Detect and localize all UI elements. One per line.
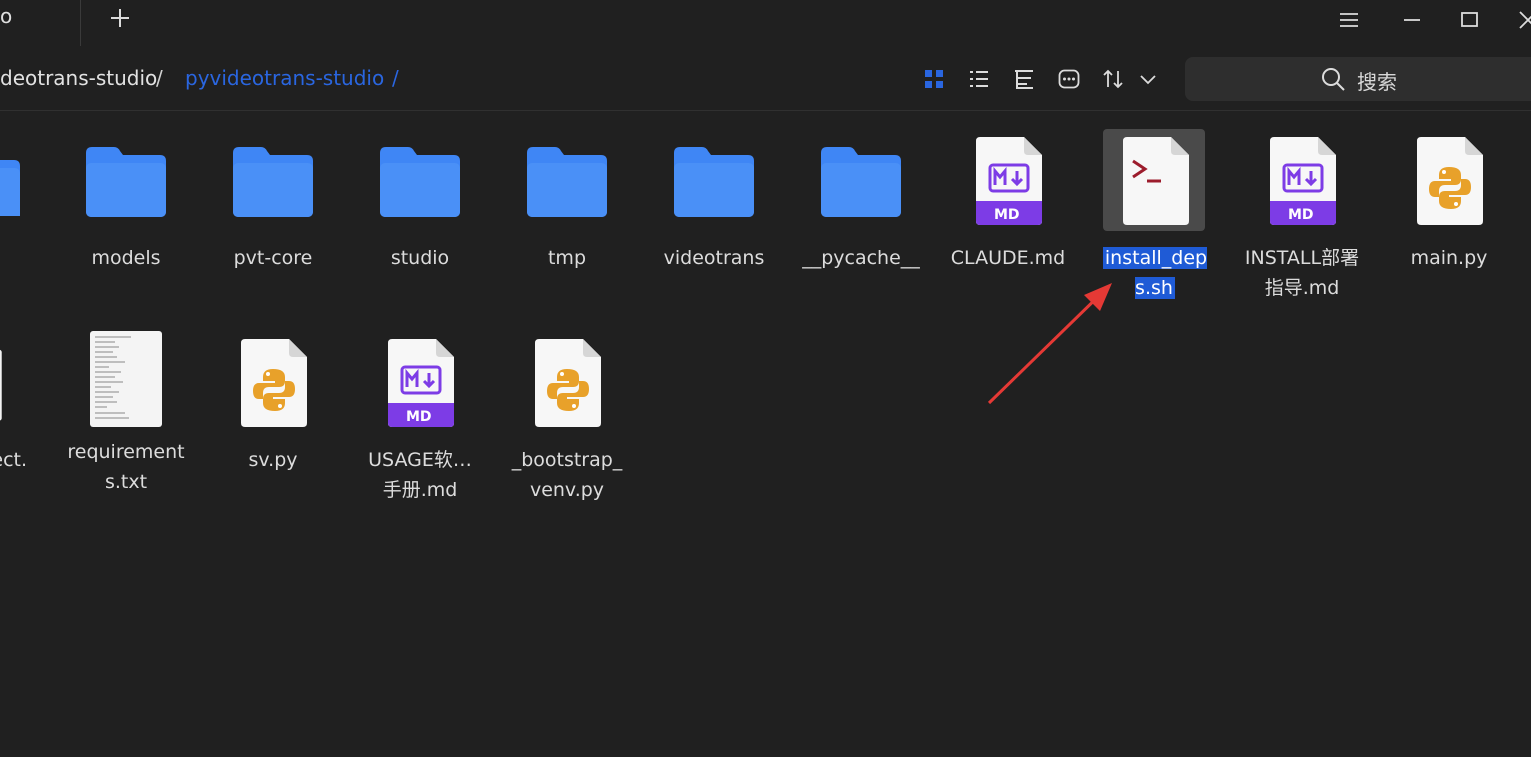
sort-icon[interactable]: [1102, 68, 1124, 90]
file-label: pvt-core: [233, 247, 313, 269]
breadcrumb-separator: /: [156, 66, 163, 90]
toolbar: deotrans-studio / pyvideotrans-studio /: [0, 46, 1531, 111]
file-item-sv-py[interactable]: sv.py: [213, 333, 333, 523]
file-label: sv.py: [248, 449, 298, 471]
file-item-models[interactable]: models: [66, 131, 186, 321]
file-item-studio[interactable]: studio: [360, 131, 480, 321]
search-placeholder: 搜索: [1357, 70, 1397, 94]
file-label: models: [91, 247, 161, 269]
file-label: main.py: [1410, 247, 1488, 269]
file-item-pycache[interactable]: __pycache__: [801, 131, 921, 321]
folder-icon: [66, 131, 186, 235]
tree-view-icon[interactable]: [1013, 68, 1035, 90]
file-label: USAGE软…手册.md: [368, 449, 472, 501]
shell-script-icon: [1095, 129, 1215, 235]
grid-view-icon[interactable]: [923, 68, 945, 90]
close-icon[interactable]: [1516, 8, 1531, 32]
md-badge: MD: [406, 409, 432, 425]
file-item-partial[interactable]: ect.: [0, 333, 27, 523]
file-label: CLAUDE.md: [950, 247, 1066, 269]
file-item-pvt-core[interactable]: pvt-core: [213, 131, 333, 321]
python-file-icon: [507, 333, 627, 437]
file-label: ect.: [0, 449, 27, 471]
search-icon: [1320, 66, 1346, 92]
file-label: _bootstrap_venv.py: [511, 449, 623, 501]
text-file-icon: [0, 333, 15, 437]
folder-icon: [654, 131, 774, 235]
file-label: tmp: [547, 247, 587, 269]
markdown-file-icon: MD: [948, 131, 1068, 235]
file-item-videotrans[interactable]: videotrans: [654, 131, 774, 321]
md-badge: MD: [1288, 207, 1314, 223]
maximize-icon[interactable]: [1458, 8, 1482, 32]
file-item-usage-md[interactable]: MD USAGE软…手册.md: [360, 333, 480, 523]
md-badge: MD: [994, 207, 1020, 223]
title-bar: o: [0, 0, 1531, 46]
file-item-requirements[interactable]: requirements.txt: [66, 325, 186, 515]
file-item-install-guide-md[interactable]: MD INSTALL部署指导.md: [1242, 131, 1362, 321]
tab-label[interactable]: o: [0, 4, 12, 28]
menu-icon[interactable]: [1337, 8, 1361, 32]
markdown-file-icon: MD: [360, 333, 480, 437]
file-item-main-py[interactable]: main.py: [1389, 131, 1509, 321]
file-label: videotrans: [663, 247, 765, 269]
breadcrumb-item-parent[interactable]: deotrans-studio: [0, 66, 157, 90]
folder-icon[interactable]: [0, 150, 24, 216]
folder-icon: [801, 131, 921, 235]
search-input[interactable]: 搜索: [1185, 57, 1531, 101]
markdown-file-icon: MD: [1242, 131, 1362, 235]
list-view-icon[interactable]: [968, 68, 990, 90]
folder-icon: [360, 131, 480, 235]
text-file-icon: [66, 325, 186, 429]
annotation-arrow-icon: [987, 283, 1112, 405]
folder-icon: [507, 131, 627, 235]
breadcrumb-separator: /: [392, 66, 399, 90]
file-item-bootstrap-venv[interactable]: _bootstrap_venv.py: [507, 333, 627, 523]
python-file-icon: [1389, 131, 1509, 235]
file-label: requirements.txt: [67, 441, 185, 493]
file-item-tmp[interactable]: tmp: [507, 131, 627, 321]
folder-icon: [213, 131, 333, 235]
chevron-down-icon[interactable]: [1137, 68, 1159, 90]
breadcrumb-item-current[interactable]: pyvideotrans-studio: [185, 66, 384, 90]
file-label: __pycache__: [802, 247, 920, 269]
tab-divider: [80, 0, 81, 46]
minimize-icon[interactable]: [1400, 8, 1424, 32]
file-label: studio: [390, 247, 450, 269]
python-file-icon: [213, 333, 333, 437]
file-label: INSTALL部署指导.md: [1244, 247, 1360, 299]
plus-icon[interactable]: [108, 6, 132, 30]
more-icon[interactable]: [1058, 68, 1080, 90]
